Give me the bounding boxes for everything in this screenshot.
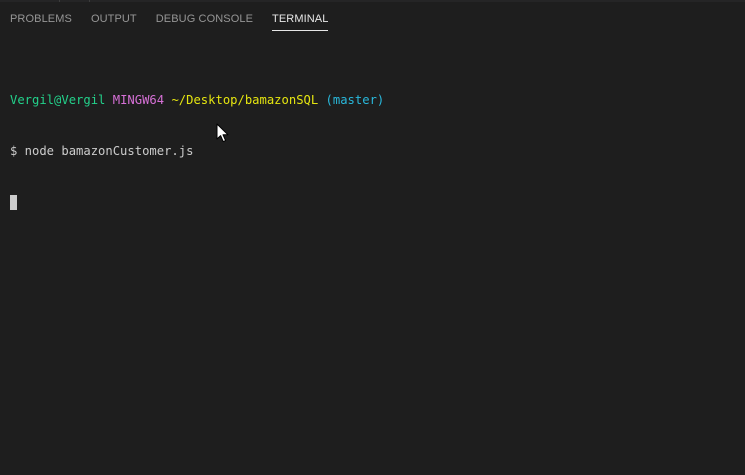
input-line[interactable]: [10, 194, 745, 211]
prompt-system: MINGW64: [112, 93, 165, 107]
prompt-cwd: ~/Desktop/bamazonSQL: [171, 93, 319, 107]
terminal-panel: PROBLEMS OUTPUT DEBUG CONSOLE TERMINAL V…: [0, 0, 745, 475]
tab-debug-console[interactable]: DEBUG CONSOLE: [156, 0, 253, 38]
tab-terminal[interactable]: TERMINAL: [272, 0, 329, 38]
terminal-cursor: [10, 195, 17, 210]
terminal-output[interactable]: Vergil@Vergil MINGW64 ~/Desktop/bamazonS…: [10, 58, 745, 475]
prompt-user-host: Vergil@Vergil: [10, 93, 106, 107]
command-line: $ node bamazonCustomer.js: [10, 144, 194, 158]
prompt-branch: (master): [325, 93, 385, 107]
mouse-pointer-icon: [216, 123, 229, 143]
prompt-line: Vergil@Vergil MINGW64 ~/Desktop/bamazonS…: [10, 92, 745, 109]
tab-problems[interactable]: PROBLEMS: [10, 0, 72, 38]
panel-tab-bar: PROBLEMS OUTPUT DEBUG CONSOLE TERMINAL: [0, 0, 347, 38]
tab-output[interactable]: OUTPUT: [91, 0, 137, 38]
